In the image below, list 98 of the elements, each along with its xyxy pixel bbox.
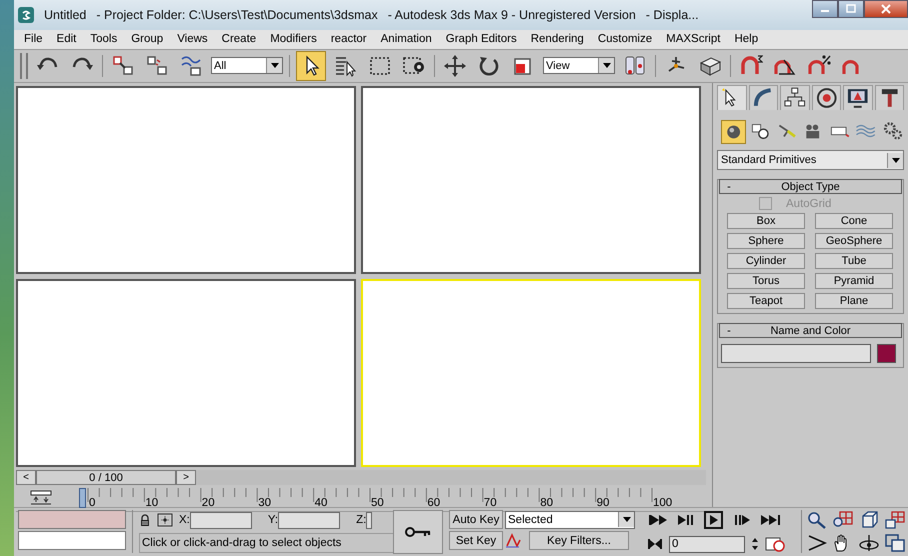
lock-icon[interactable] [139, 514, 151, 526]
menu-item[interactable]: Customize [598, 33, 652, 46]
absolute-mode-icon[interactable] [157, 513, 173, 528]
primitive-button[interactable]: Pyramid [815, 273, 893, 290]
primitive-button[interactable]: Cylinder [727, 253, 805, 270]
viewport[interactable] [16, 86, 356, 274]
menu-item[interactable]: reactor [330, 33, 367, 46]
frame-label: 40 [314, 497, 328, 510]
primitive-button[interactable]: Tube [815, 253, 893, 270]
auto-key-button[interactable]: Auto Key [449, 510, 503, 530]
frame-label: 100 [652, 497, 672, 510]
zoom-extents-all-icon[interactable] [884, 510, 906, 530]
key-mode-dropdown[interactable]: Selected [505, 510, 635, 529]
color-swatch[interactable] [877, 344, 896, 364]
viewport[interactable] [361, 86, 701, 274]
menu-item[interactable]: Animation [380, 33, 432, 46]
menu-item[interactable]: Rendering [530, 33, 584, 46]
current-frame-field[interactable]: 0 [669, 536, 745, 553]
frame-label: 10 [144, 497, 158, 510]
curve-icon[interactable] [748, 85, 778, 110]
name-field[interactable] [721, 344, 871, 364]
zoom-icon[interactable] [806, 510, 828, 530]
y-label: Y: [268, 514, 278, 526]
track-bar-toggle-icon[interactable] [30, 490, 52, 506]
rollout-header[interactable]: - Object Type [719, 179, 902, 194]
close-button[interactable] [864, 0, 908, 18]
time-configuration-icon[interactable] [765, 536, 785, 552]
z-coordinate-field[interactable] [366, 512, 372, 529]
primitive-button[interactable]: Teapot [727, 293, 805, 310]
primitive-button[interactable]: GeoSphere [815, 233, 893, 250]
frame-label: 50 [370, 497, 384, 510]
close-icon [880, 4, 892, 14]
minimize-button[interactable] [812, 0, 838, 18]
set-key-text-button[interactable]: Set Key [449, 531, 503, 550]
maximize-icon [846, 4, 856, 14]
frame-label: 20 [200, 497, 215, 510]
go-to-end-icon[interactable] [759, 513, 783, 528]
play-icon[interactable] [703, 511, 725, 530]
frame-label: 0 [88, 497, 96, 510]
primitive-type-dropdown[interactable]: Standard Primitives [717, 150, 904, 170]
primitive-button[interactable]: Sphere [727, 233, 805, 250]
menu-item[interactable]: Help [734, 33, 758, 46]
primitive-button[interactable]: Box [727, 213, 805, 230]
time-slider-thumb[interactable]: 0 / 100 [36, 470, 176, 486]
caret-icon [602, 63, 610, 68]
frame-label: 90 [596, 497, 610, 510]
caret-icon [270, 63, 278, 68]
window-title: - Displa... [646, 8, 699, 22]
frame-label: 70 [482, 497, 497, 510]
frame-label: 80 [539, 497, 553, 510]
script-field[interactable] [18, 510, 126, 530]
primitive-button[interactable]: Cone [815, 213, 893, 230]
frame-label: 60 [426, 497, 440, 510]
primitive-button[interactable]: Torus [727, 273, 805, 290]
key-filters-button[interactable]: Key Filters... [529, 531, 629, 550]
selection-filter-dropdown[interactable]: All [211, 57, 283, 74]
caret-icon [622, 517, 630, 522]
key-mode-toggle-icon[interactable] [647, 538, 663, 550]
set-key-button[interactable] [393, 510, 443, 554]
menu-item[interactable]: MAXScript [666, 33, 720, 46]
previous-frame-button[interactable]: < [16, 470, 36, 486]
current-frame-marker[interactable] [79, 488, 86, 508]
hammer-icon[interactable] [874, 85, 904, 110]
x-coordinate-field[interactable] [190, 512, 252, 529]
field-of-view-icon[interactable] [806, 533, 828, 554]
key-icon [404, 526, 432, 538]
menu-item[interactable]: Views [177, 33, 208, 46]
menu-item[interactable]: Graph Editors [446, 33, 517, 46]
x-label: X: [179, 514, 190, 526]
maximize-viewport-icon[interactable] [884, 533, 906, 554]
y-coordinate-field[interactable] [278, 512, 340, 529]
next-frame-button[interactable]: > [176, 470, 196, 486]
orbit-icon[interactable] [858, 533, 880, 554]
primitive-button[interactable]: Plane [815, 293, 893, 310]
caret-icon [892, 158, 900, 163]
wheel-icon[interactable] [812, 85, 841, 110]
menu-item[interactable]: Tools [90, 33, 118, 46]
toolbar-grip[interactable] [20, 52, 28, 79]
frame-label: 30 [257, 497, 271, 510]
script-output-field[interactable] [18, 531, 126, 550]
menu-item[interactable]: Group [131, 33, 164, 46]
menu-item[interactable]: Modifiers [270, 33, 317, 46]
spinner-icon[interactable] [751, 536, 759, 552]
z-label: Z: [356, 514, 366, 526]
checkbox-label: AutoGrid [786, 198, 832, 210]
window-title: - Autodesk 3ds Max 9 - Unregistered Version [388, 8, 636, 22]
maximize-button[interactable] [838, 0, 864, 18]
reference-coordinate-dropdown[interactable]: View [543, 57, 615, 74]
monitor-icon[interactable] [843, 85, 872, 110]
window-title: - Project Folder: C:\Users\Test\Documents\3dsmax [96, 8, 378, 22]
menu-item[interactable]: Create [222, 33, 256, 46]
viewport[interactable] [16, 279, 356, 468]
menu-item[interactable]: Edit [56, 33, 76, 46]
hierarchy-icon[interactable] [780, 85, 810, 110]
menu-item[interactable]: File [24, 33, 43, 46]
rollout-header[interactable]: - Name and Color [719, 323, 902, 338]
window-title: Untitled [44, 8, 86, 22]
app-logo-icon [18, 6, 34, 23]
